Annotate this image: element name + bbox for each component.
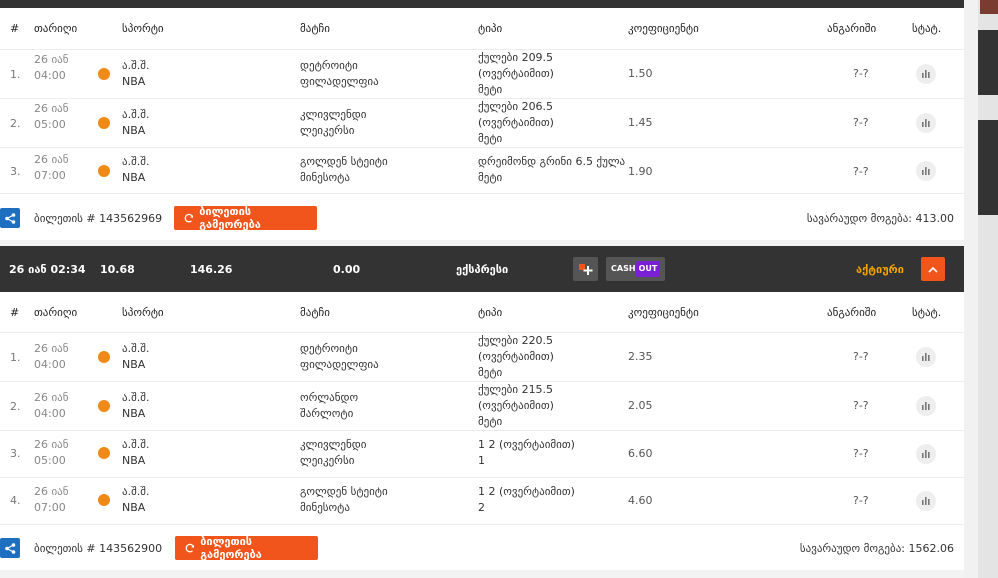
col-stats: სტატ. bbox=[912, 22, 942, 35]
bar-chart-icon[interactable] bbox=[916, 161, 936, 181]
col-score: ანგარიში bbox=[827, 306, 877, 319]
status-badge: აქტიური bbox=[856, 263, 904, 276]
col-sport: სპორტი bbox=[122, 306, 164, 319]
ticket-date: 26 იან 02:34 bbox=[9, 263, 86, 276]
refresh-icon bbox=[185, 543, 195, 553]
plus-icon bbox=[579, 264, 593, 275]
table-row: 1. 26 იან 04:00 ა.შ.შ. NBA დეტროიტი ფილადელ… bbox=[0, 332, 964, 381]
col-match: მატჩი bbox=[300, 22, 330, 35]
table-header: # თარიღი სპორტი მატჩი ტიპი კოეფიციენტი ა… bbox=[0, 292, 964, 333]
repeat-ticket-button[interactable]: ბილეთის გამეორება bbox=[175, 535, 318, 561]
col-stats: სტატ. bbox=[912, 306, 942, 319]
col-sport: სპორტი bbox=[122, 22, 164, 35]
bar-chart-icon[interactable] bbox=[916, 396, 936, 416]
basketball-icon bbox=[98, 447, 110, 459]
ticket-card-2: # თარიღი სპორტი მატჩი ტიპი კოეფიციენტი ა… bbox=[0, 292, 964, 570]
col-type: ტიპი bbox=[478, 22, 503, 35]
cashout-button[interactable]: CASH OUT bbox=[606, 257, 665, 281]
bar-chart-icon[interactable] bbox=[916, 113, 936, 133]
top-bar bbox=[0, 0, 964, 8]
refresh-icon bbox=[184, 213, 194, 223]
ticket-summary-bar[interactable]: 26 იან 02:34 10.68 146.26 0.00 ექსპრესი … bbox=[0, 246, 964, 292]
basketball-icon bbox=[98, 165, 110, 177]
potential-win: სავარაუდო მოგება: 1562.06 bbox=[799, 542, 954, 555]
col-score: ანგარიში bbox=[827, 22, 877, 35]
table-row: 4. 26 იან 07:00 ა.შ.შ. NBA გოლდენ სტეიტი მი… bbox=[0, 477, 964, 524]
add-button[interactable] bbox=[573, 257, 598, 281]
col-type: ტიპი bbox=[478, 306, 503, 319]
table-row: 2. 26 იან 05:00 ა.შ.შ. NBA კლივლენდი ლეიკერ… bbox=[0, 98, 964, 147]
table-header: # თარიღი სპორტი მატჩი ტიპი კოეფიციენტი ა… bbox=[0, 8, 964, 49]
basketball-icon bbox=[98, 400, 110, 412]
col-odds: კოეფიციენტი bbox=[628, 306, 699, 319]
potential-win: სავარაუდო მოგება: 413.00 bbox=[806, 212, 954, 225]
ticket-card-1: # თარიღი სპორტი მატჩი ტიპი კოეფიციენტი ა… bbox=[0, 8, 964, 240]
ticket-footer: ბილეთის # 143562969 ბილეთის გამეორება სა… bbox=[0, 193, 964, 238]
col-number: # bbox=[10, 306, 20, 319]
col-number: # bbox=[10, 22, 20, 35]
bar-chart-icon[interactable] bbox=[916, 444, 936, 464]
table-row: 3. 26 იან 07:00 ა.შ.შ. NBA გოლდენ სტეიტი მი… bbox=[0, 147, 964, 193]
collapse-button[interactable] bbox=[921, 257, 945, 281]
scrollbar[interactable] bbox=[964, 0, 978, 578]
share-icon[interactable] bbox=[0, 208, 20, 228]
col-odds: კოეფიციენტი bbox=[628, 22, 699, 35]
side-panel-edge bbox=[978, 0, 998, 578]
ticket-footer: ბილეთის # 143562900 ბილეთის გამეორება სა… bbox=[0, 524, 964, 569]
ticket-number: ბილეთის # 143562969 bbox=[34, 212, 163, 225]
col-date: თარიღი bbox=[34, 306, 78, 319]
table-row: 3. 26 იან 05:00 ა.შ.შ. NBA კლივლენდი ლეიკერ… bbox=[0, 430, 964, 477]
bar-chart-icon[interactable] bbox=[916, 347, 936, 367]
bar-chart-icon[interactable] bbox=[916, 64, 936, 84]
cashout-amount: 0.00 bbox=[333, 263, 361, 276]
table-row: 2. 26 იან 04:00 ა.შ.შ. NBA ორლანდო შარლოტი … bbox=[0, 381, 964, 430]
basketball-icon bbox=[98, 68, 110, 80]
chevron-up-icon bbox=[928, 266, 938, 273]
ticket-odds: 10.68 bbox=[100, 263, 135, 276]
basketball-icon bbox=[98, 117, 110, 129]
basketball-icon bbox=[98, 494, 110, 506]
basketball-icon bbox=[98, 351, 110, 363]
bar-chart-icon[interactable] bbox=[916, 491, 936, 511]
ticket-number: ბილეთის # 143562900 bbox=[34, 542, 163, 555]
table-row: 1. 26 იან 04:00 ა.შ.შ. NBA დეტროიტი ფილადელ… bbox=[0, 49, 964, 98]
ticket-win: 146.26 bbox=[190, 263, 233, 276]
col-date: თარიღი bbox=[34, 22, 78, 35]
repeat-ticket-button[interactable]: ბილეთის გამეორება bbox=[174, 205, 317, 231]
col-match: მატჩი bbox=[300, 306, 330, 319]
share-icon[interactable] bbox=[0, 538, 20, 558]
bet-type: ექსპრესი bbox=[456, 263, 509, 276]
